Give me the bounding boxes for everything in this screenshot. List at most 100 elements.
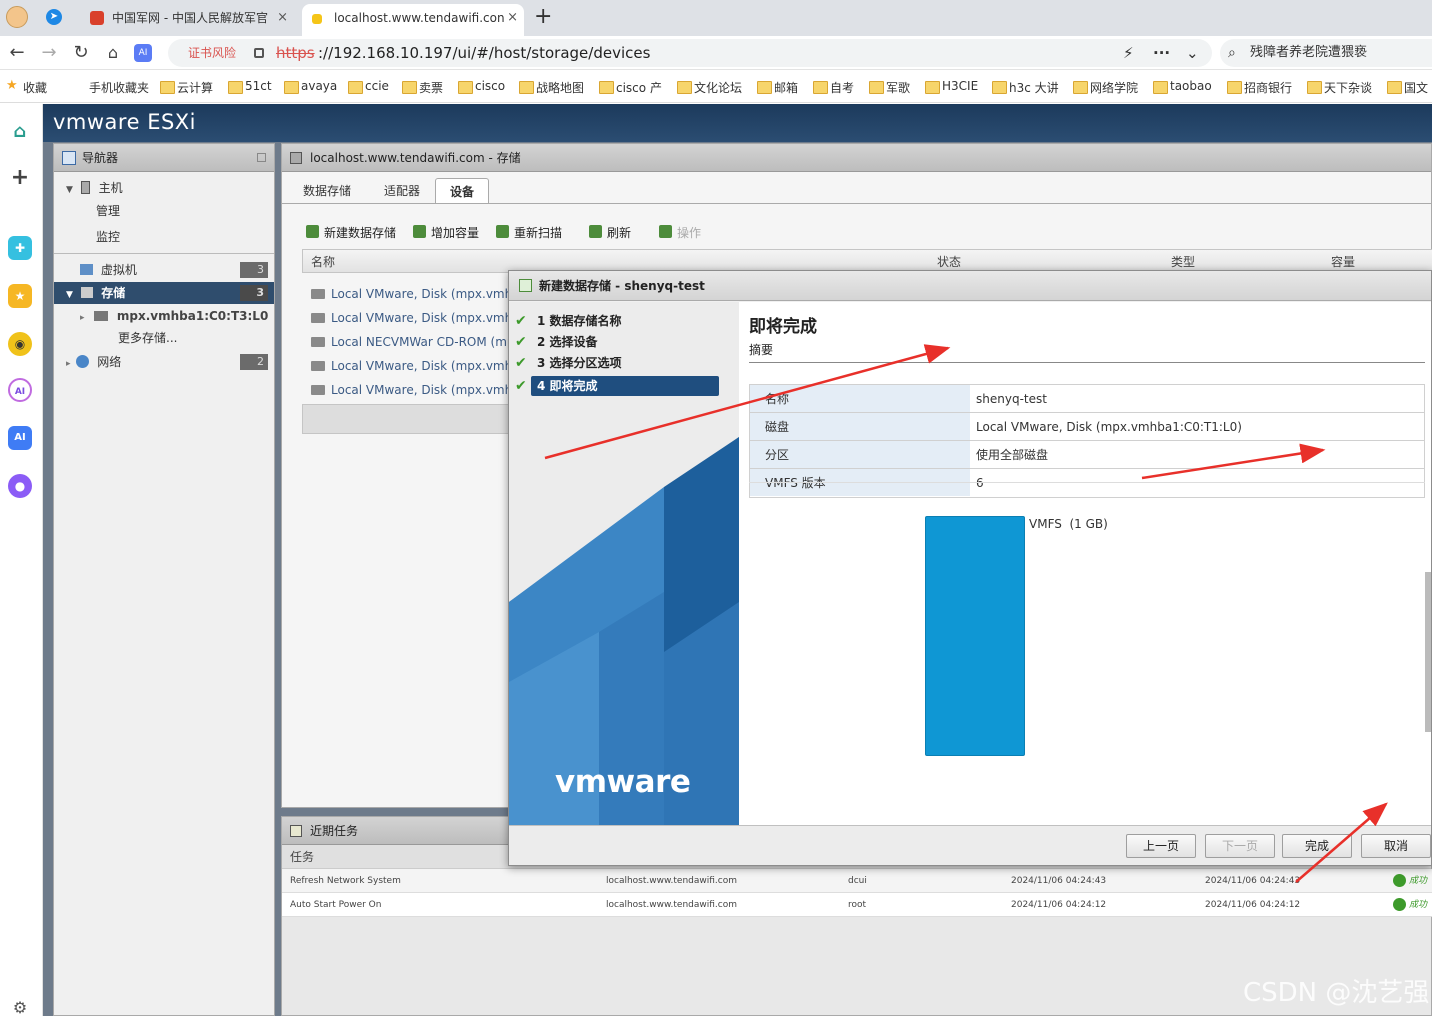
profile-avatar-icon[interactable] bbox=[6, 6, 28, 28]
nav-monitor[interactable]: 监控 bbox=[54, 226, 274, 248]
tab-devices[interactable]: 设备 bbox=[435, 178, 489, 204]
bookmark-folder[interactable]: 51ct bbox=[228, 79, 272, 94]
bookmark-folder[interactable]: cisco bbox=[458, 79, 505, 94]
bookmark-folder[interactable]: 云计算 bbox=[160, 79, 213, 96]
bookmark-folder[interactable]: 网络学院 bbox=[1073, 79, 1138, 96]
tab-adapters[interactable]: 适配器 bbox=[372, 178, 432, 204]
collapse-icon[interactable] bbox=[257, 153, 266, 162]
success-icon bbox=[1393, 898, 1406, 911]
step-label: 1 数据存储名称 bbox=[537, 314, 622, 328]
bot-app-icon[interactable]: ● bbox=[8, 474, 32, 498]
ai-icon[interactable]: AI bbox=[134, 44, 152, 62]
tab-esxi[interactable]: localhost.www.tendawifi.con × bbox=[302, 4, 524, 36]
tab-datastores[interactable]: 数据存储 bbox=[292, 178, 362, 204]
health-app-icon[interactable]: ✚ bbox=[8, 236, 32, 260]
new-datastore-button[interactable]: 新建数据存储 bbox=[306, 224, 396, 241]
back-button[interactable]: 上一页 bbox=[1126, 834, 1196, 858]
bookmark-folder[interactable]: 招商银行 bbox=[1227, 79, 1292, 96]
rescan-button[interactable]: 重新扫描 bbox=[496, 224, 562, 241]
url-bar[interactable]: 证书风险 https ://192.168.10.197/ui/#/host/s… bbox=[168, 39, 1212, 67]
home-icon[interactable]: ⌂ bbox=[102, 42, 124, 64]
cert-warning[interactable]: 证书风险 bbox=[188, 39, 236, 67]
warning-favicon-icon bbox=[312, 14, 322, 24]
expand-icon[interactable]: ▸ bbox=[80, 313, 85, 323]
wizard-step-3[interactable]: ✔ 3 选择分区选项 bbox=[515, 353, 719, 373]
settings-icon[interactable]: ⚙ bbox=[8, 996, 32, 1016]
bookmark-folder[interactable]: 卖票 bbox=[402, 79, 443, 96]
speed-icon[interactable]: ⚡ bbox=[1123, 39, 1134, 67]
nav-host[interactable]: ▼ 主机 bbox=[54, 177, 274, 199]
wizard-step-1[interactable]: ✔ 1 数据存储名称 bbox=[515, 311, 719, 331]
bookmark-folder[interactable]: 战略地图 bbox=[519, 79, 584, 96]
bookmark-folder[interactable]: 军歌 bbox=[869, 79, 910, 96]
expand-icon[interactable]: ▼ bbox=[66, 185, 73, 195]
refresh-button[interactable]: 刷新 bbox=[589, 224, 631, 241]
bookmark-folder[interactable]: 天下杂谈 bbox=[1307, 79, 1372, 96]
task-row[interactable]: Refresh Network System localhost.www.ten… bbox=[282, 869, 1432, 893]
search-box[interactable]: ⌕ 残障者养老院遭猥亵 bbox=[1220, 39, 1432, 67]
dialog-title: 新建数据存储 - shenyq-test bbox=[539, 279, 705, 293]
close-tab-icon[interactable]: × bbox=[277, 4, 288, 32]
column-task[interactable]: 任务 bbox=[290, 850, 314, 864]
nav-vms[interactable]: 虚拟机 3 bbox=[54, 259, 274, 281]
bookmark-folder[interactable]: h3c 大讲 bbox=[992, 79, 1059, 96]
device-row[interactable]: Local VMware, Disk (mpx.vmhba1 bbox=[303, 282, 513, 306]
column-name[interactable]: 名称 bbox=[311, 250, 335, 274]
bookmark-folder[interactable]: 国文 bbox=[1387, 79, 1428, 96]
sync-icon[interactable]: ➤ bbox=[46, 9, 62, 25]
bookmark-folder[interactable]: ccie bbox=[348, 79, 389, 94]
next-button[interactable]: 下一页 bbox=[1205, 834, 1275, 858]
ai-chat-app-icon[interactable]: AI bbox=[8, 378, 32, 402]
nav-network-label: 网络 bbox=[97, 355, 122, 369]
favorites-bookmark[interactable]: ★ 收藏 bbox=[6, 78, 47, 96]
forward-icon[interactable]: → bbox=[38, 42, 60, 64]
back-icon[interactable]: ← bbox=[6, 42, 28, 64]
bookmark-folder[interactable]: avaya bbox=[284, 79, 337, 94]
more-icon[interactable]: ··· bbox=[1153, 39, 1170, 67]
robot-app-icon[interactable]: ◉ bbox=[8, 332, 32, 356]
tab-chinamil[interactable]: 中国军网 - 中国人民解放军官 × bbox=[80, 4, 294, 36]
task-row[interactable]: Auto Start Power On localhost.www.tendaw… bbox=[282, 893, 1432, 917]
bookmark-folder[interactable]: 手机收藏夹 bbox=[72, 79, 149, 96]
summary-row: 名称 shenyq-test bbox=[750, 385, 1424, 413]
summary-value: Local VMware, Disk (mpx.vmhba1:C0:T1:L0) bbox=[976, 420, 1242, 434]
actions-button[interactable]: 操作 bbox=[659, 224, 701, 241]
nav-network[interactable]: ▸ 网络 2 bbox=[54, 351, 274, 373]
vmware-esxi-logo: vmware ESXi bbox=[53, 110, 197, 134]
device-row[interactable]: Local VMware, Disk (mpx.vmhba1 bbox=[303, 378, 513, 402]
chevron-down-icon[interactable]: ⌄ bbox=[1186, 39, 1199, 67]
partition-label: VMFS (1 GB) bbox=[1029, 517, 1108, 531]
wizard-step-4[interactable]: ✔ 4 即将完成 bbox=[515, 376, 719, 396]
device-row[interactable]: Local NECVMWar CD-ROM (mpx bbox=[303, 330, 513, 354]
finish-button[interactable]: 完成 bbox=[1282, 834, 1352, 858]
step-label: 4 即将完成 bbox=[537, 379, 598, 393]
expand-icon[interactable]: ▸ bbox=[66, 359, 71, 369]
increase-capacity-button[interactable]: 增加容量 bbox=[413, 224, 479, 241]
new-tab-button[interactable]: + bbox=[534, 4, 552, 29]
check-icon: ✔ bbox=[515, 334, 527, 350]
bookmark-folder[interactable]: H3CIE bbox=[925, 79, 978, 94]
dialog-titlebar[interactable]: 新建数据存储 - shenyq-test bbox=[509, 271, 1431, 301]
nav-manage[interactable]: 管理 bbox=[54, 200, 274, 222]
device-row[interactable]: Local VMware, Disk (mpx.vmhba1 bbox=[303, 306, 513, 330]
bookmark-folder[interactable]: cisco 产 bbox=[599, 79, 662, 96]
wizard-step-2[interactable]: ✔ 2 选择设备 bbox=[515, 332, 719, 352]
expand-icon[interactable]: ▼ bbox=[66, 290, 73, 300]
partition-bar bbox=[925, 516, 1025, 756]
reload-icon[interactable]: ↻ bbox=[70, 42, 92, 64]
nav-storage[interactable]: ▼ 存储 3 bbox=[54, 282, 274, 304]
ai-assistant-app-icon[interactable]: AI bbox=[8, 426, 32, 450]
close-tab-icon[interactable]: × bbox=[507, 4, 518, 32]
add-icon[interactable]: + bbox=[8, 166, 32, 190]
cancel-button[interactable]: 取消 bbox=[1361, 834, 1431, 858]
nav-device[interactable]: ▸ mpx.vmhba1:C0:T3:L0 bbox=[54, 305, 274, 327]
bookmark-folder[interactable]: taobao bbox=[1153, 79, 1212, 94]
favorites-app-icon[interactable]: ★ bbox=[8, 284, 32, 308]
device-row[interactable]: Local VMware, Disk (mpx.vmhba1 bbox=[303, 354, 513, 378]
nav-more-storage[interactable]: 更多存储... bbox=[54, 327, 274, 349]
content-scrollbar[interactable] bbox=[1425, 572, 1431, 732]
bookmark-folder[interactable]: 文化论坛 bbox=[677, 79, 742, 96]
bookmark-folder[interactable]: 邮箱 bbox=[757, 79, 798, 96]
home-icon[interactable]: ⌂ bbox=[8, 120, 32, 144]
bookmark-folder[interactable]: 自考 bbox=[813, 79, 854, 96]
